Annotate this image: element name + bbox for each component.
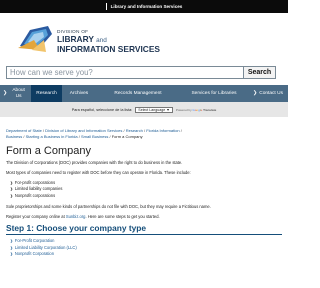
logo-line-3: INFORMATION SERVICES	[57, 43, 160, 54]
chevron-right-icon: ❯	[10, 187, 13, 192]
breadcrumb-link[interactable]: Department of State	[6, 128, 42, 133]
chevron-right-icon: ❯	[3, 89, 8, 96]
page-title: Form a Company	[6, 145, 91, 158]
breadcrumb-link[interactable]: Florida Information	[146, 128, 179, 133]
translate-prompt: Para español, seleccione de la lista:	[71, 107, 133, 112]
search-bar: Search	[6, 66, 276, 79]
powered-by-label: Powered by Google Translate	[175, 107, 217, 112]
logo-wordmark[interactable]: DIVISION OF LIBRARY and INFORMATION SERV…	[57, 30, 160, 54]
chevron-right-icon: ❯	[253, 89, 258, 96]
list-item: ❯ Nonprofit corporations	[10, 192, 56, 198]
company-types-list: ❯ For-profit corporations ❯ Limited liabil…	[10, 180, 282, 198]
nav-item-contact-us[interactable]: ❯ Contact Us	[248, 85, 288, 102]
breadcrumb-link[interactable]: Research	[126, 128, 143, 133]
nav-item-archives[interactable]: Archives	[62, 85, 96, 102]
language-select[interactable]: Select Language ▼	[135, 106, 173, 113]
main-content: Department of State / Division of Librar…	[6, 128, 282, 262]
translate-bar: Para español, seleccione de la lista: Se…	[0, 102, 288, 117]
chevron-right-icon: ❯	[10, 181, 13, 186]
nonprofit-corporation-link[interactable]: Nonprofit Corporation	[15, 251, 54, 256]
nav-item-research[interactable]: Research	[31, 85, 62, 102]
search-input[interactable]	[6, 66, 244, 79]
llc-link[interactable]: Limited Liability Corporation (LLC)	[15, 245, 77, 250]
chevron-right-icon: ❯	[10, 193, 13, 198]
divider	[105, 3, 107, 10]
nav-item-records-management[interactable]: Records Management	[96, 85, 180, 102]
breadcrumb-link[interactable]: Small Business	[81, 134, 108, 139]
dlis-logo-icon[interactable]	[18, 26, 54, 52]
step-1-heading: Step 1: Choose your company type	[6, 223, 282, 236]
nav-item-services-for-libraries[interactable]: Services for Libraries	[180, 85, 248, 102]
breadcrumb-link[interactable]: Business	[6, 134, 22, 139]
nav-item-about-us[interactable]: ❯ About Us	[0, 85, 31, 102]
for-profit-corporation-link[interactable]: For-Profit Corporation	[15, 238, 55, 243]
sole-proprietorship-paragraph: Sole proprietorships and some kinds of p…	[6, 203, 211, 209]
company-type-links: ❯ For-Profit Corporation ❯ Limited Liabili…	[10, 238, 282, 256]
breadcrumb-link[interactable]: Starting a Business in Florida	[26, 134, 78, 139]
intro-paragraph: The Division of Corporations (DOC) provi…	[6, 160, 183, 166]
top-bar-title[interactable]: Library and Information Services	[111, 4, 183, 9]
chevron-right-icon: ❯	[10, 239, 13, 244]
main-nav: ❯ About Us Research Archives Records Man…	[0, 85, 288, 102]
breadcrumb-current: Form a Company	[111, 134, 143, 140]
chevron-right-icon: ❯	[10, 245, 13, 250]
breadcrumb-link[interactable]: Division of Library and Information Serv…	[45, 128, 122, 133]
list-item[interactable]: ❯ Nonprofit Corporation	[10, 251, 282, 257]
top-bar: Library and Information Services	[0, 0, 288, 13]
register-online-paragraph: Register your company online at Sunbiz.o…	[6, 213, 160, 219]
breadcrumb: Department of State / Division of Librar…	[6, 128, 182, 140]
search-button[interactable]: Search	[244, 66, 276, 79]
register-requirement-paragraph: Most types of companies need to register…	[6, 170, 191, 176]
sunbiz-link[interactable]: Sunbiz.org	[66, 214, 86, 219]
chevron-right-icon: ❯	[10, 251, 13, 256]
